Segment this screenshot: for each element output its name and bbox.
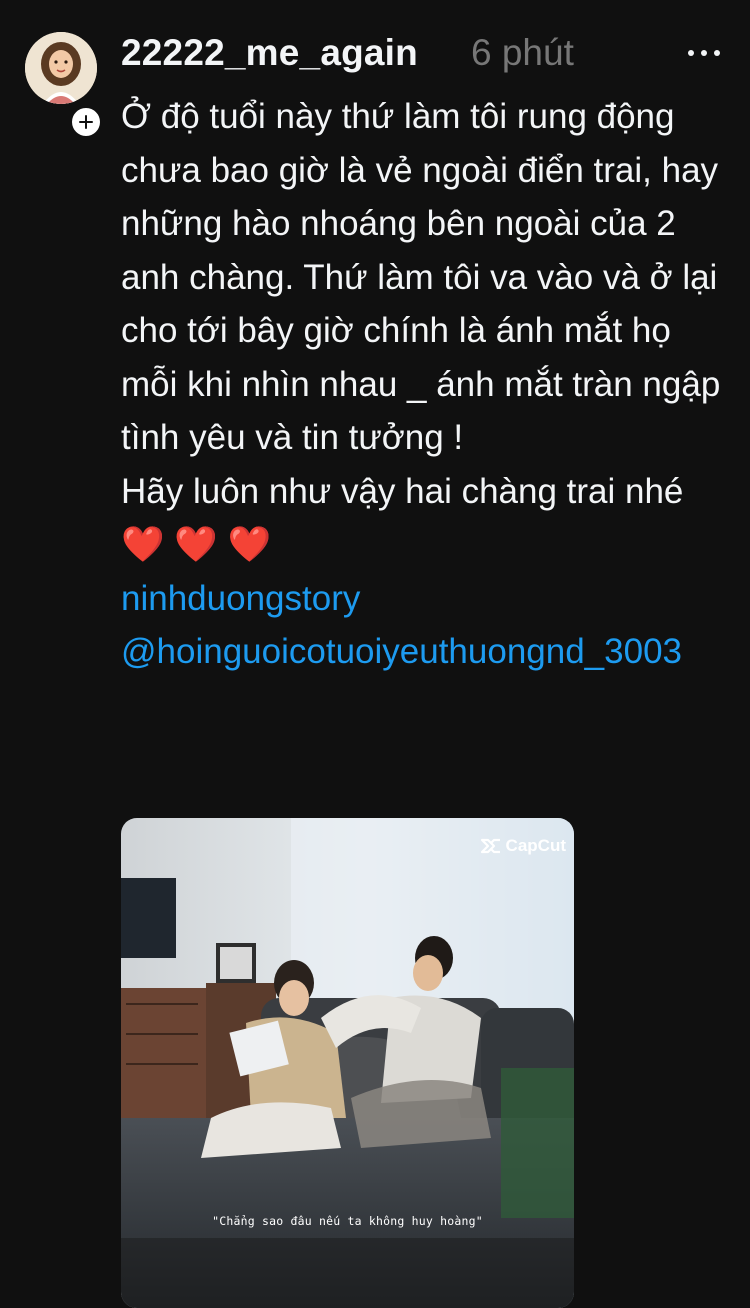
post-paragraph-2-text: Hãy luôn như vậy hai chàng trai nhé	[121, 471, 684, 511]
video-subtitle: "Chẳng sao đâu nếu ta không huy hoàng"	[212, 1214, 483, 1228]
capcut-logo-icon	[480, 838, 500, 854]
avatar-container[interactable]	[25, 32, 102, 138]
follow-button[interactable]	[70, 106, 102, 138]
post-body: Ở độ tuổi này thứ làm tôi rung động chưa…	[121, 90, 731, 679]
more-options-button[interactable]	[688, 46, 720, 60]
more-dots-icon	[688, 50, 694, 56]
username[interactable]: 22222_me_again	[121, 30, 418, 76]
capcut-watermark-text: CapCut	[505, 836, 566, 855]
thread-post: 22222_me_again 6 phút Ở độ tuổi này thứ …	[0, 0, 750, 1308]
mention-link[interactable]: @hoinguoicotuoiyeuthuongnd_3003	[121, 625, 731, 679]
avatar[interactable]	[25, 32, 97, 104]
timestamp: 6 phút	[471, 32, 574, 73]
heart-emojis: ❤️ ❤️ ❤️	[121, 525, 272, 564]
capcut-watermark: CapCut	[480, 836, 566, 856]
plus-icon	[79, 115, 93, 129]
post-paragraph-1: Ở độ tuổi này thứ làm tôi rung động chưa…	[121, 97, 721, 457]
post-media-video[interactable]: CapCut "Chẳng sao đâu nếu ta không huy h…	[121, 818, 574, 1308]
video-thumbnail	[121, 818, 574, 1308]
post-paragraph-2: Hãy luôn như vậy hai chàng trai nhé ❤️ ❤…	[121, 465, 731, 572]
tag-link[interactable]: ninhduongstory	[121, 572, 731, 626]
